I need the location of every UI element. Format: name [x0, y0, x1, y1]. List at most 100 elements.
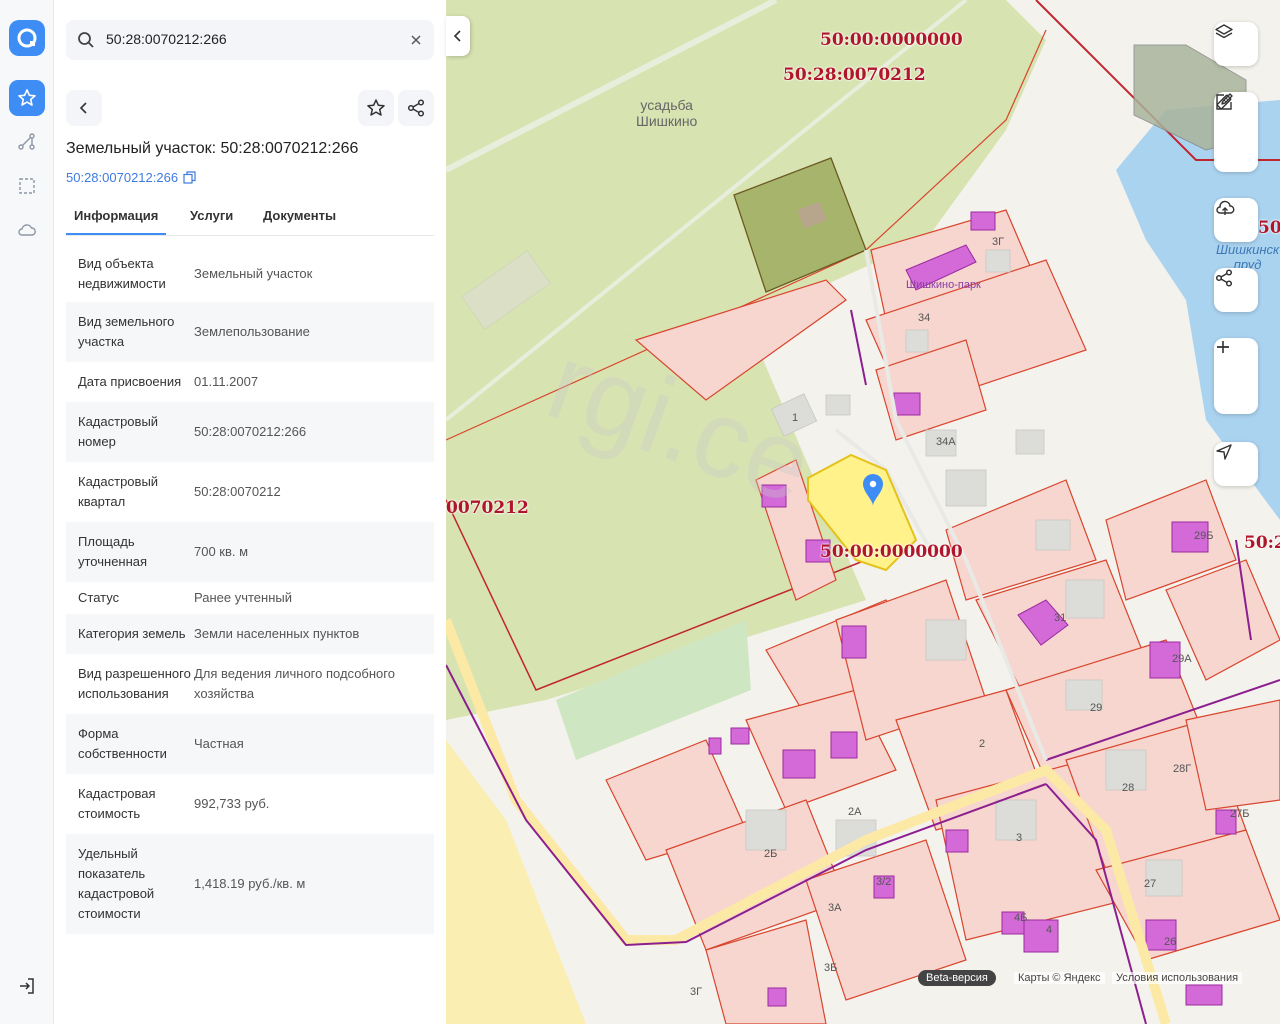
- zoom-controls: [1214, 338, 1258, 414]
- attribute-value: 01.11.2007: [194, 374, 259, 389]
- house-number: 3: [1016, 832, 1023, 844]
- map-share-button[interactable]: [1214, 268, 1258, 312]
- attribute-label: Вид разрешенного использования: [78, 666, 191, 701]
- attribute-value: Частная: [194, 736, 244, 751]
- search-input[interactable]: 50:28:0070212:266: [106, 31, 227, 47]
- house-number: 3Г: [992, 236, 1005, 248]
- upload-button[interactable]: [1214, 198, 1258, 242]
- attribute-row: Форма собственности Частная: [66, 714, 434, 774]
- attribute-value: 992,733 руб.: [194, 796, 270, 811]
- attribute-label: Площадь уточненная: [78, 534, 148, 569]
- attribute-row: Вид земельного участка Землепользование: [66, 302, 434, 362]
- attribute-row: Статус Ранее учтенный: [66, 582, 434, 614]
- attribute-label: Кадастровый номер: [78, 414, 159, 449]
- house-number: 2: [979, 738, 986, 750]
- house-number: 28Г: [1173, 763, 1192, 775]
- layers-button[interactable]: [1214, 22, 1258, 66]
- house-number: 34А: [936, 436, 956, 448]
- house-number: 3/2: [876, 876, 892, 888]
- navigation-arrow-icon: [1216, 444, 1232, 460]
- attribute-value: Земли населенных пунктов: [194, 626, 360, 641]
- page-title: Земельный участок: 50:28:0070212:266: [66, 140, 359, 157]
- favorites-icon[interactable]: [9, 80, 45, 116]
- attribute-label: Удельный показатель кадастровой стоимост…: [78, 846, 155, 921]
- house-number: 29: [1090, 702, 1103, 714]
- cadastral-map[interactable]: rgi.ce 50:00:0000000 50:28:0070212 00702…: [446, 0, 1280, 1024]
- route-icon[interactable]: [9, 124, 45, 160]
- zoom-out-icon[interactable]: [1214, 338, 1232, 356]
- beta-badge: Beta-версия: [918, 970, 996, 986]
- left-rail: [0, 0, 54, 1024]
- share-icon: [407, 99, 425, 117]
- attribute-row: Вид разрешенного использования Для веден…: [66, 654, 434, 714]
- cadastral-number-text[interactable]: 50:28:0070212:266: [66, 170, 178, 185]
- attribute-row: Категория земель Земли населенных пункто…: [66, 614, 434, 654]
- back-button[interactable]: [66, 90, 102, 126]
- tab-documents[interactable]: Документы: [263, 208, 336, 223]
- house-number: 27Б: [1230, 808, 1250, 820]
- attribute-value: Землепользование: [194, 324, 310, 339]
- attribute-label: Категория земель: [78, 626, 186, 641]
- logout-icon[interactable]: [9, 968, 45, 1004]
- cloud-upload-icon: [1216, 200, 1235, 215]
- attribute-label: Кадастровая стоимость: [78, 786, 156, 821]
- attribute-row: Кадастровый номер 50:28:0070212:266: [66, 402, 434, 462]
- house-number: 31: [1054, 612, 1067, 624]
- attribute-label: Кадастровый квартал: [78, 474, 159, 509]
- house-number: 29Б: [1194, 530, 1214, 542]
- geolocation-button[interactable]: [1214, 442, 1258, 486]
- attribute-label: Вид объекта недвижимости: [78, 256, 166, 291]
- attribute-value: 1,418.19 руб./кв. м: [194, 876, 306, 891]
- cad-label: 50:00:0000000: [820, 542, 963, 562]
- house-number: 4: [1046, 924, 1053, 936]
- attribute-label: Статус: [78, 590, 120, 605]
- attribute-value: 50:28:0070212:266: [194, 424, 307, 439]
- house-number: 27: [1144, 878, 1157, 890]
- tab-bar: Информация Услуги Документы: [66, 204, 434, 236]
- attribute-row: Кадастровый квартал 50:28:0070212: [66, 462, 434, 522]
- attribute-value: 50:28:0070212: [194, 484, 281, 499]
- search-icon: [76, 30, 96, 55]
- attribute-value: 700 кв. м: [194, 544, 249, 559]
- park-label: Шишкино-парк: [906, 279, 981, 291]
- attribute-row: Кадастровая стоимость 992,733 руб.: [66, 774, 434, 834]
- house-number: 26: [1164, 936, 1177, 948]
- house-number: 3Б: [824, 962, 838, 974]
- star-icon: [367, 99, 385, 116]
- tab-information[interactable]: Информация: [66, 208, 167, 235]
- cad-label: 50:00:0000000: [820, 30, 963, 50]
- attribute-row: Вид объекта недвижимости Земельный участ…: [66, 246, 434, 302]
- cad-label: 50:2: [1244, 533, 1280, 553]
- copy-icon[interactable]: [183, 171, 196, 184]
- attribute-row: Дата присвоения 01.11.2007: [66, 362, 434, 402]
- app-logo-icon[interactable]: [9, 20, 45, 56]
- map-canvas[interactable]: [446, 0, 1280, 1024]
- house-number: 4Б: [1014, 912, 1028, 924]
- selection-area-icon[interactable]: [9, 168, 45, 204]
- terms-link[interactable]: Условия использования: [1112, 972, 1243, 984]
- attribute-label: Дата присвоения: [78, 374, 182, 389]
- attribute-value: Земельный участок: [194, 266, 313, 281]
- attribute-row: Площадь уточненная 700 кв. м: [66, 522, 434, 582]
- add-favorite-button[interactable]: [358, 90, 394, 126]
- share-button[interactable]: [398, 90, 434, 126]
- collapse-panel-button[interactable]: [446, 16, 470, 56]
- layers-icon: [1215, 24, 1233, 39]
- clear-search-icon[interactable]: [406, 30, 426, 55]
- info-panel: 50:28:0070212:266 Земельный участок: 50:…: [54, 0, 446, 1024]
- cad-label: 0070212: [446, 498, 529, 518]
- attribute-value: Ранее учтенный: [194, 590, 292, 605]
- search-bar[interactable]: 50:28:0070212:266: [66, 20, 434, 60]
- house-number: 3А: [828, 902, 842, 914]
- tab-services[interactable]: Услуги: [190, 208, 233, 223]
- cad-label: 50:: [1258, 218, 1280, 238]
- cloud-icon[interactable]: [9, 212, 45, 248]
- edit-icon[interactable]: [1214, 92, 1234, 112]
- cadastral-number-link[interactable]: 50:28:0070212:266: [66, 170, 196, 185]
- chevron-left-icon: [453, 30, 461, 42]
- map-copyright[interactable]: Карты © Яндекс: [1014, 972, 1105, 984]
- attribute-label: Форма собственности: [78, 726, 167, 761]
- attributes-table: Вид объекта недвижимости Земельный участ…: [66, 246, 434, 934]
- house-number: 2Б: [764, 848, 778, 860]
- house-number: 28: [1122, 782, 1135, 794]
